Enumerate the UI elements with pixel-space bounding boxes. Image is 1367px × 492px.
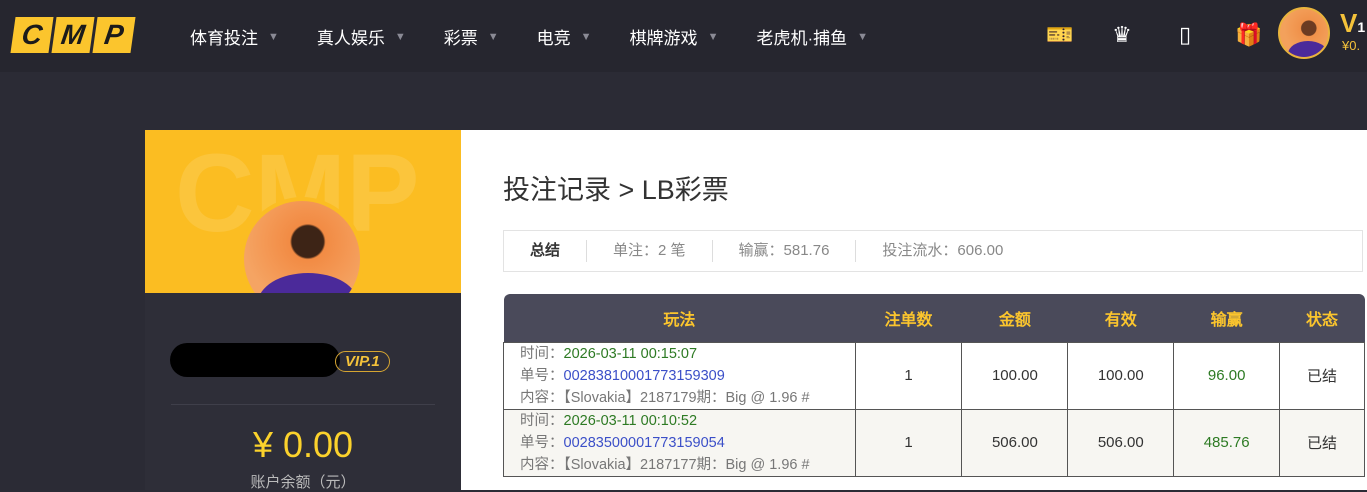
label: 内容： [520, 389, 564, 406]
divider [171, 404, 435, 405]
logo-letter: C [10, 17, 54, 53]
nav-card-games[interactable]: 棋牌游戏 ▼ [630, 24, 719, 49]
col-header: 状态 [1279, 294, 1365, 342]
nav-label: 电竞 [536, 29, 571, 48]
balance-label: 账户余额（元） [250, 474, 356, 491]
profile-card: CMP VIP.1 ¥ 0.00 账户余额（元） [145, 130, 461, 491]
chevron-down-icon: ▼ [580, 30, 592, 43]
label: 时间： [520, 412, 564, 429]
nav-label: 彩票 [443, 29, 478, 48]
vip-number: 1 [1357, 19, 1366, 35]
bet-records-panel: 投注记录 > LB彩票 总结 单注：2 笔 输赢：581.76 投注流水：606… [461, 130, 1367, 490]
bet-amount: 506.00 [961, 408, 1069, 477]
summary-label: 总结 [530, 242, 561, 259]
logo-letter: P [92, 17, 136, 53]
bet-table: 玩法 注单数 金额 有效 输赢 状态 时间：2026-03-11 00:15:0… [503, 294, 1365, 477]
table-row: 时间：2026-03-11 00:10:52 单号：00283500001773… [503, 408, 1365, 477]
vip-badge: VIP.1 [335, 351, 390, 372]
bet-number[interactable]: 00283500001773159054 [564, 435, 725, 451]
gift-icon[interactable]: 🎁 [1235, 22, 1262, 48]
chevron-down-icon: ▼ [857, 30, 869, 43]
nav-esports[interactable]: 电竞 ▼ [537, 24, 592, 49]
account-balance: ¥ 0.00 [252, 424, 354, 465]
win-loss: 485.76 [1173, 408, 1281, 477]
summary-bar: 总结 单注：2 笔 输赢：581.76 投注流水：606.00 [503, 230, 1363, 272]
status: 已结 [1279, 408, 1365, 477]
bet-amount: 100.00 [961, 341, 1069, 410]
bet-info: 时间：2026-03-11 00:15:07 单号：00283810001773… [503, 341, 856, 410]
chevron-down-icon: ▼ [268, 30, 279, 43]
bet-time: 2026-03-11 00:15:07 [563, 345, 698, 362]
chevron-down-icon: ▼ [707, 30, 719, 43]
bet-content: 【Slovakia】2187179期：Big @ 1.96 # [563, 389, 810, 406]
col-header: 金额 [961, 294, 1068, 342]
win-loss: 96.00 [1173, 341, 1281, 410]
redacted-username [170, 343, 340, 377]
summary-count: 单注：2 笔 [586, 240, 712, 262]
logo-letter: M [51, 17, 95, 53]
ticket-yen-icon[interactable]: 🎫 [1046, 22, 1073, 48]
bet-info: 时间：2026-03-11 00:10:52 单号：00283500001773… [503, 408, 856, 477]
bet-time: 2026-03-11 00:10:52 [563, 412, 698, 429]
valid-amount: 100.00 [1067, 341, 1175, 410]
nav-slots-fishing[interactable]: 老虎机·捕鱼 ▼ [756, 24, 868, 49]
label: 单号： [520, 367, 564, 384]
profile-banner: CMP [145, 130, 461, 293]
col-header: 有效 [1067, 294, 1174, 342]
bet-content: 【Slovakia】2187177期：Big @ 1.96 # [563, 456, 810, 473]
nav-label: 真人娱乐 [316, 29, 385, 48]
nav-lottery[interactable]: 彩票 ▼ [444, 24, 499, 49]
nav-live-casino[interactable]: 真人娱乐 ▼ [317, 24, 406, 49]
logo[interactable]: C M P [10, 17, 136, 53]
bet-count: 1 [854, 341, 963, 410]
nav-label: 棋牌游戏 [629, 29, 698, 48]
header-balance: ¥0. [1342, 38, 1361, 53]
summary-win: 输赢：581.76 [711, 240, 856, 262]
avatar[interactable] [1278, 7, 1330, 59]
nav-label: 老虎机·捕鱼 [756, 29, 848, 48]
chevron-down-icon: ▼ [487, 30, 499, 43]
page-title: 投注记录 > LB彩票 [503, 175, 729, 205]
label: 内容： [520, 456, 564, 473]
col-header: 输赢 [1173, 294, 1280, 342]
crown-icon[interactable]: ♛ [1109, 22, 1135, 48]
col-header: 玩法 [503, 294, 856, 342]
summary-turnover: 投注流水：606.00 [855, 240, 1029, 262]
valid-amount: 506.00 [1067, 408, 1175, 477]
bet-number[interactable]: 00283810001773159309 [564, 368, 725, 384]
vip-level: V1 [1340, 8, 1365, 39]
bet-count: 1 [854, 408, 963, 477]
main-nav: 体育投注 ▼ 真人娱乐 ▼ 彩票 ▼ 电竞 ▼ 棋牌游戏 ▼ 老虎机·捕鱼 ▼ [190, 24, 906, 49]
tablet-icon[interactable]: ▯ [1172, 22, 1198, 48]
table-row: 时间：2026-03-11 00:15:07 单号：00283810001773… [503, 341, 1365, 410]
top-header: C M P 体育投注 ▼ 真人娱乐 ▼ 彩票 ▼ 电竞 ▼ 棋牌游戏 ▼ 老虎机·捕鱼 ▼ … [0, 0, 1367, 72]
status: 已结 [1279, 341, 1365, 410]
nav-sports[interactable]: 体育投注 ▼ [190, 24, 279, 49]
label: 时间： [520, 345, 564, 362]
label: 单号： [520, 434, 564, 451]
nav-label: 体育投注 [190, 29, 258, 48]
vip-letter: V [1340, 8, 1358, 38]
chevron-down-icon: ▼ [394, 30, 406, 43]
col-header: 注单数 [855, 294, 962, 342]
